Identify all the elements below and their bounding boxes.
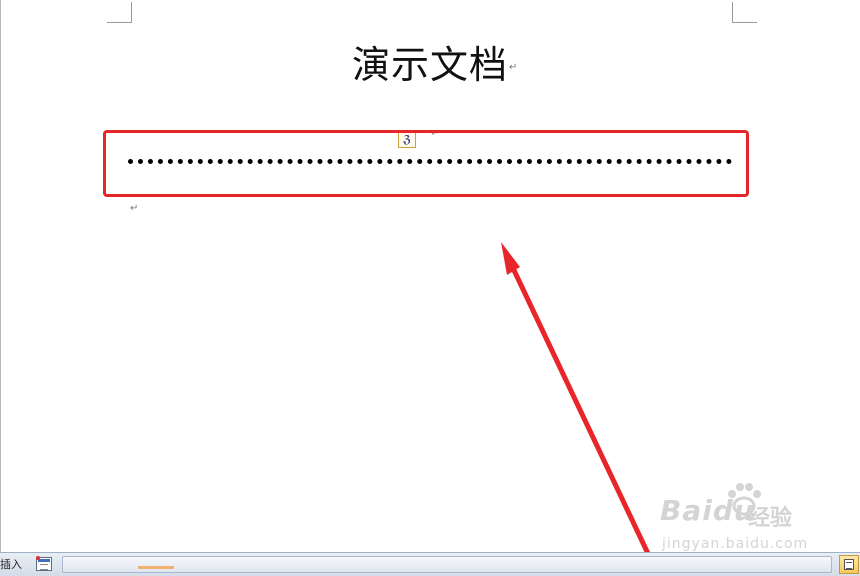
arrow-shaft	[509, 263, 654, 563]
watermark-url: jingyan.baidu.com	[662, 536, 809, 552]
status-bar: 插入	[0, 552, 860, 576]
scrollbar-thumb[interactable]	[138, 566, 174, 569]
baidu-watermark: Baidu 经验 jingyan.baidu.com	[654, 480, 824, 560]
insert-mode-indicator[interactable]: 插入	[0, 557, 26, 573]
arrow-head	[501, 242, 520, 275]
watermark-subtitle: 经验	[748, 506, 793, 531]
horizontal-scrollbar[interactable]	[62, 556, 832, 573]
document-window: 演示文档 ↵ ℨ ↵ ↵ Baidu 经验 jingyan.baidu.com …	[0, 0, 860, 576]
watermark-logo-text: Baidu	[660, 494, 755, 527]
macro-record-dot	[36, 556, 40, 560]
print-layout-view-icon[interactable]	[839, 555, 859, 574]
